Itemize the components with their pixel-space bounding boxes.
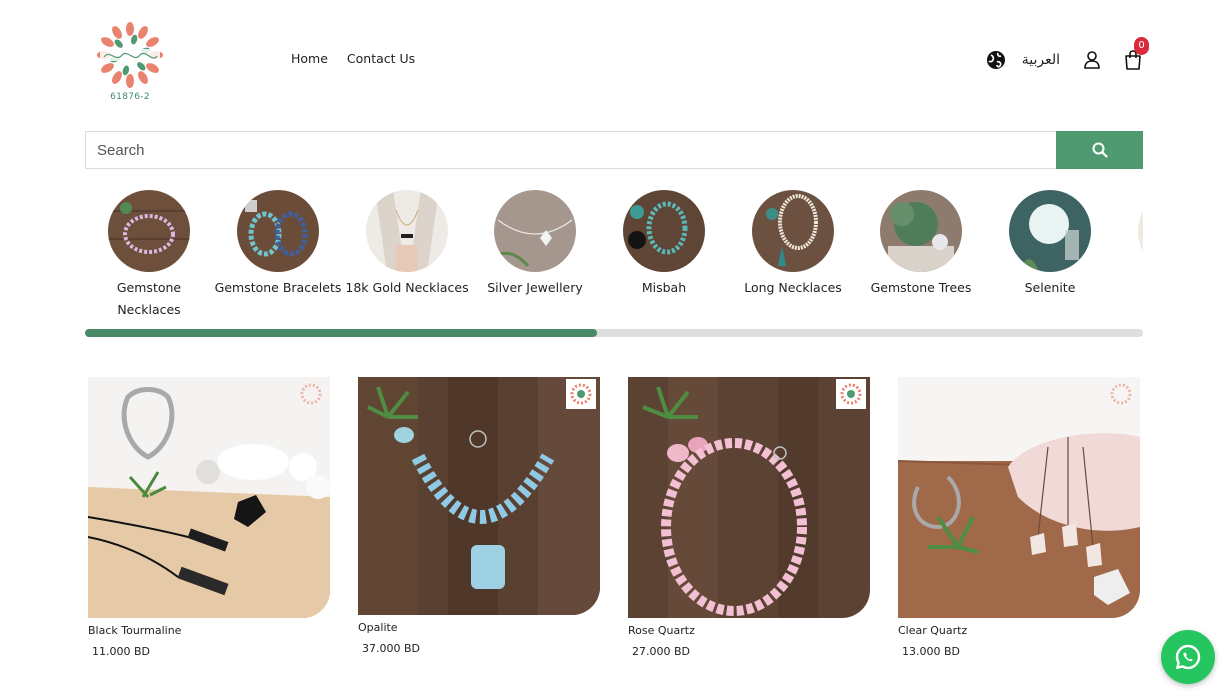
- product-price: 11.000 BD: [92, 645, 151, 658]
- language-switch[interactable]: العربية: [1022, 52, 1060, 68]
- product-image: [358, 377, 600, 615]
- product-price: 37.000 BD: [362, 642, 421, 655]
- category-item[interactable]: Tu: [1115, 190, 1143, 299]
- product-image: [898, 377, 1140, 618]
- search-icon: [1092, 142, 1108, 158]
- product-name[interactable]: Opalite: [358, 621, 600, 634]
- product-card[interactable]: Clear Quartz 13.000 BD: [898, 377, 1140, 658]
- category-label: Gemstone Trees: [870, 280, 972, 295]
- nav-contact-link[interactable]: Contact Us: [347, 51, 415, 66]
- product-name[interactable]: Rose Quartz: [628, 624, 870, 637]
- category-label: Tu: [1115, 277, 1143, 299]
- product-card[interactable]: Black Tourmaline 11.000 BD: [88, 377, 330, 658]
- category-label: Misbah: [641, 280, 687, 295]
- category-carousel: Gemstone Necklaces Gemstone Bracelets 18…: [85, 190, 1143, 325]
- category-image: [366, 190, 448, 272]
- category-item[interactable]: Silver Jewellery: [471, 190, 599, 299]
- whatsapp-icon: [1175, 644, 1201, 670]
- site-header: 61876-2 Home Contact Us العربية 0: [0, 0, 1232, 120]
- category-image: [880, 190, 962, 272]
- user-icon[interactable]: [1082, 50, 1102, 70]
- globe-icon[interactable]: [986, 50, 1006, 70]
- category-image: [108, 190, 190, 272]
- category-item[interactable]: Gemstone Trees: [857, 190, 985, 299]
- watermark-logo-icon: [1106, 379, 1136, 409]
- cart-count-badge: 0: [1134, 37, 1149, 55]
- header-actions: العربية 0: [986, 37, 1149, 80]
- main-nav: Home Contact Us: [291, 51, 415, 66]
- category-item[interactable]: Long Necklaces: [729, 190, 857, 299]
- category-image: [1138, 190, 1143, 272]
- category-scrollbar-thumb[interactable]: [85, 329, 598, 337]
- category-label: Gemstone Necklaces: [116, 280, 182, 317]
- category-label: Gemstone Bracelets: [214, 280, 342, 295]
- category-item[interactable]: Misbah: [600, 190, 728, 299]
- category-image: [1009, 190, 1091, 272]
- product-card[interactable]: Rose Quartz 27.000 BD: [628, 377, 870, 658]
- product-card[interactable]: Opalite 37.000 BD: [358, 377, 600, 655]
- search-input[interactable]: [85, 131, 1056, 169]
- cart-button[interactable]: 0: [1122, 37, 1149, 71]
- brand-code: 61876-2: [110, 92, 150, 102]
- category-label: 18k Gold Necklaces: [345, 280, 469, 295]
- category-image: [752, 190, 834, 272]
- search-bar: [85, 131, 1143, 169]
- watermark-logo-icon: [296, 379, 326, 409]
- search-button[interactable]: [1056, 131, 1143, 169]
- category-label: Long Necklaces: [744, 280, 842, 295]
- product-price: 13.000 BD: [902, 645, 961, 658]
- brand-logo[interactable]: 61876-2: [92, 20, 168, 106]
- category-item[interactable]: Gemstone Bracelets: [214, 190, 342, 299]
- category-label: Selenite: [1024, 280, 1076, 295]
- category-item[interactable]: 18k Gold Necklaces: [343, 190, 471, 299]
- category-image: [623, 190, 705, 272]
- category-item[interactable]: Selenite: [986, 190, 1114, 299]
- nav-home-link[interactable]: Home: [291, 51, 328, 66]
- category-label: Silver Jewellery: [487, 280, 583, 295]
- whatsapp-chat-button[interactable]: [1161, 630, 1215, 684]
- category-image: [237, 190, 319, 272]
- mandala-logo-icon: [97, 22, 163, 88]
- product-name[interactable]: Clear Quartz: [898, 624, 1140, 637]
- product-price: 27.000 BD: [632, 645, 691, 658]
- watermark-logo-icon: [566, 379, 596, 409]
- category-item[interactable]: Gemstone Necklaces: [85, 190, 213, 321]
- category-scrollbar[interactable]: [85, 329, 1143, 337]
- category-image: [494, 190, 576, 272]
- product-image: [88, 377, 330, 618]
- product-name[interactable]: Black Tourmaline: [88, 624, 330, 637]
- product-image: [628, 377, 870, 618]
- watermark-logo-icon: [836, 379, 866, 409]
